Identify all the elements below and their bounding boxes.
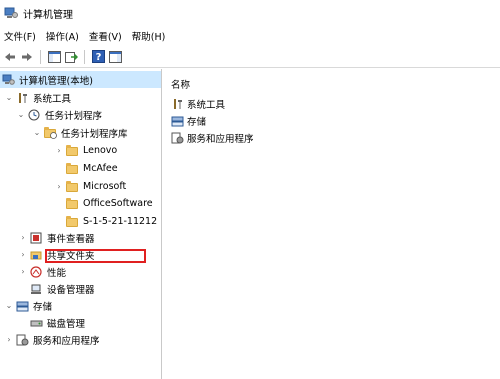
tree-item-lenovo[interactable]: › Lenovo bbox=[54, 142, 117, 159]
menu-action[interactable]: 操作(A) bbox=[46, 29, 79, 43]
tree-item-device-manager[interactable]: 设备管理器 bbox=[18, 280, 95, 297]
tools-icon bbox=[171, 98, 184, 110]
performance-icon bbox=[30, 265, 43, 278]
chevron-down-icon[interactable]: ⌄ bbox=[4, 297, 14, 314]
details-pane: 名称 系统工具 存储 服务和应用程序 bbox=[163, 69, 500, 379]
tree-item-microsoft[interactable]: › Microsoft bbox=[54, 178, 126, 195]
folder-icon bbox=[66, 144, 79, 157]
toolbar-separator bbox=[40, 49, 41, 64]
chevron-down-icon[interactable]: ⌄ bbox=[32, 124, 42, 141]
show-pane-icon[interactable] bbox=[108, 50, 122, 64]
chevron-down-icon[interactable]: ⌄ bbox=[4, 89, 14, 106]
device-manager-icon bbox=[30, 283, 43, 295]
services-icon bbox=[171, 132, 184, 144]
computer-management-icon bbox=[4, 7, 18, 19]
tree-item-storage[interactable]: ⌄ 存储 bbox=[4, 297, 52, 314]
tree-item-task-scheduler[interactable]: ⌄ 任务计划程序 bbox=[16, 106, 102, 123]
chevron-right-icon[interactable]: › bbox=[54, 178, 64, 195]
chevron-right-icon[interactable]: › bbox=[4, 331, 14, 348]
tree-item-mcafee[interactable]: McAfee bbox=[54, 160, 118, 177]
menu-bar: 文件(F) 操作(A) 查看(V) 帮助(H) bbox=[0, 26, 500, 46]
chevron-right-icon[interactable]: › bbox=[18, 263, 28, 280]
toolbar-separator bbox=[84, 49, 85, 64]
chevron-right-icon[interactable]: › bbox=[18, 246, 28, 263]
tree-item-sid[interactable]: S-1-5-21-11212 bbox=[54, 213, 157, 230]
help-icon[interactable]: ? bbox=[91, 50, 105, 64]
console-tree-icon[interactable] bbox=[47, 50, 61, 64]
list-item-storage[interactable]: 存储 bbox=[171, 113, 206, 129]
computer-management-icon bbox=[2, 74, 15, 86]
export-icon[interactable] bbox=[64, 50, 78, 64]
storage-icon bbox=[16, 300, 29, 312]
folder-icon bbox=[66, 215, 79, 228]
svg-text:?: ? bbox=[95, 52, 101, 63]
tree-item-services-apps[interactable]: › 服务和应用程序 bbox=[4, 331, 100, 348]
toolbar: ? bbox=[0, 46, 500, 68]
shared-folder-icon bbox=[30, 249, 43, 261]
services-icon bbox=[16, 334, 29, 346]
chevron-right-icon[interactable]: › bbox=[54, 142, 64, 159]
list-item-services-apps[interactable]: 服务和应用程序 bbox=[171, 130, 254, 146]
tree-item-system-tools[interactable]: ⌄ 系统工具 bbox=[4, 89, 71, 106]
tree-item-event-viewer[interactable]: › 事件查看器 bbox=[18, 229, 95, 246]
tools-icon bbox=[16, 92, 29, 104]
chevron-down-icon[interactable]: ⌄ bbox=[16, 106, 26, 123]
title-bar: 计算机管理 bbox=[0, 0, 500, 26]
forward-icon[interactable] bbox=[20, 50, 34, 64]
folder-icon bbox=[66, 197, 79, 210]
tree-item-task-library[interactable]: ⌄ 任务计划程序库 bbox=[32, 124, 128, 141]
tree-item-root[interactable]: 计算机管理(本地) bbox=[0, 71, 161, 88]
highlight-box bbox=[45, 249, 146, 263]
tree-item-performance[interactable]: › 性能 bbox=[18, 263, 66, 280]
menu-view[interactable]: 查看(V) bbox=[89, 29, 122, 43]
list-item-system-tools[interactable]: 系统工具 bbox=[171, 96, 225, 112]
console-tree: 计算机管理(本地) ⌄ 系统工具 ⌄ 任务计划程序 ⌄ 任务计划程序库 › Le… bbox=[0, 69, 162, 379]
column-header-name[interactable]: 名称 bbox=[171, 77, 190, 91]
storage-icon bbox=[171, 115, 184, 127]
clock-icon bbox=[28, 109, 41, 121]
back-icon[interactable] bbox=[3, 50, 17, 64]
window-title: 计算机管理 bbox=[23, 9, 73, 21]
folder-icon bbox=[66, 180, 79, 193]
tree-item-disk-management[interactable]: 磁盘管理 bbox=[18, 314, 85, 331]
chevron-right-icon[interactable]: › bbox=[18, 229, 28, 246]
folder-clock-icon bbox=[44, 126, 57, 139]
menu-file[interactable]: 文件(F) bbox=[4, 29, 36, 43]
disk-icon bbox=[30, 317, 43, 329]
event-viewer-icon bbox=[30, 232, 43, 244]
tree-item-officesoftware[interactable]: OfficeSoftware bbox=[54, 195, 153, 212]
menu-help[interactable]: 帮助(H) bbox=[132, 29, 166, 43]
folder-icon bbox=[66, 162, 79, 175]
